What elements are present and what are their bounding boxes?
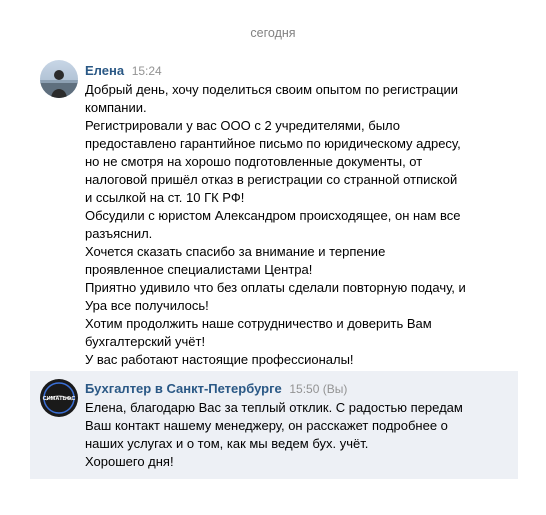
message-line: Ваш контакт нашему менеджеру, он расскаж…	[85, 418, 448, 433]
message-line: Хочется сказать спасибо за внимание и те…	[85, 244, 386, 259]
message-buhgalter[interactable]: СИМАТЬФС Бухгалтер в Санкт-Петербурге 15…	[30, 371, 518, 479]
message-text: Елена, благодарю Вас за теплый отклик. С…	[85, 399, 510, 471]
message-line: бухгалтерский учёт!	[85, 334, 206, 349]
message-line: наших услугах и о том, как мы ведем бух.…	[85, 436, 369, 451]
user-photo-avatar[interactable]	[40, 60, 78, 98]
message-author[interactable]: Бухгалтер в Санкт-Петербурге	[85, 381, 282, 396]
message-line: и ссылкой на ст. 10 ГК РФ!	[85, 190, 245, 205]
message-line: Хорошего дня!	[85, 454, 174, 469]
message-line: Обсудили с юристом Александром происходя…	[85, 208, 461, 223]
message-line: компании.	[85, 100, 147, 115]
message-line: но не смотря на хорошо подготовленные до…	[85, 154, 423, 169]
message-line: Приятно удивило что без оплаты сделали п…	[85, 280, 466, 295]
message-author[interactable]: Елена	[85, 63, 124, 78]
message-line: налоговой пришёл отказ в регистрации со …	[85, 172, 458, 187]
message-line: Регистрировали у вас ООО с 2 учредителям…	[85, 118, 401, 133]
company-logo-text: СИМАТЬФС	[43, 396, 76, 402]
message-line: проявленное специалистами Центра!	[85, 262, 313, 277]
message-text: Добрый день, хочу поделиться своим опыто…	[85, 81, 510, 369]
message-line: Хотим продолжить наше сотрудничество и д…	[85, 316, 432, 331]
message-line: предоставлено гарантийное письмо по юрид…	[85, 136, 461, 151]
message-line: Ура все получилось!	[85, 298, 209, 313]
company-logo-avatar[interactable]: СИМАТЬФС	[40, 379, 78, 417]
date-separator: сегодня	[250, 26, 296, 40]
message-line: Елена, благодарю Вас за теплый отклик. С…	[85, 400, 463, 415]
message-line: У вас работают настоящие профессионалы!	[85, 352, 354, 367]
message-line: Добрый день, хочу поделиться своим опыто…	[85, 82, 459, 97]
message-line: разъяснил.	[85, 226, 153, 241]
message-elena[interactable]: Елена 15:24 Добрый день, хочу поделиться…	[30, 56, 518, 369]
message-time: 15:50 (Вы)	[289, 382, 348, 396]
chat-history: сегодня Елена 15:24 Добрый день, хочу по…	[0, 0, 546, 515]
message-time: 15:24	[131, 64, 162, 78]
